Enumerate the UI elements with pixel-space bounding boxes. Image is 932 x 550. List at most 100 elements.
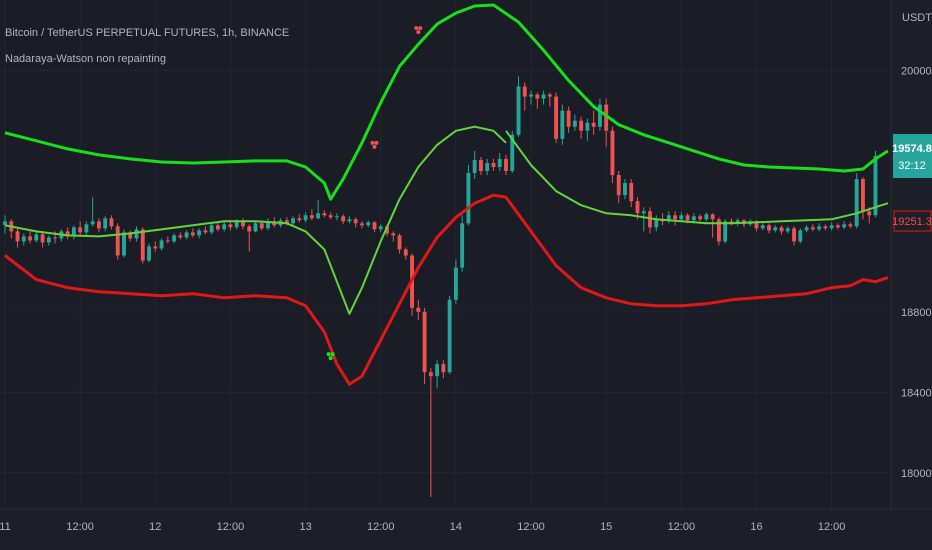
candle-body xyxy=(554,96,559,139)
candle-body xyxy=(197,230,202,236)
price-chart[interactable]: USDT 20000.0 18800.0 18400.0 18000.0 11 12:0… xyxy=(0,0,932,550)
candle-body xyxy=(96,221,101,229)
candle-body xyxy=(829,225,834,229)
time-tick-label: 16 xyxy=(750,521,762,533)
candle xyxy=(716,217,721,246)
candle-body xyxy=(422,311,427,373)
candle-body xyxy=(222,224,227,230)
candle-body xyxy=(491,162,496,167)
candle-body xyxy=(122,232,126,256)
candle-body xyxy=(428,372,433,377)
candle-body xyxy=(309,215,314,219)
price-tick-label: 18400.0 xyxy=(901,387,932,399)
marker-dot xyxy=(374,140,379,145)
candle-body xyxy=(378,226,383,230)
candle-body xyxy=(178,235,183,238)
candle xyxy=(447,295,452,375)
candle-body xyxy=(479,159,483,172)
candle-body xyxy=(504,158,508,172)
candle-body xyxy=(641,211,646,214)
candle-body xyxy=(316,213,321,219)
candle-countdown-label: 32:12 xyxy=(898,160,926,172)
candle-body xyxy=(334,216,339,218)
candle-body xyxy=(572,120,577,127)
band-price-label: 19251.3 xyxy=(892,216,932,228)
candle-body xyxy=(460,223,465,268)
candle-body xyxy=(40,234,45,243)
candle-body xyxy=(835,225,840,228)
indicator-title[interactable]: Nadaraya-Watson non repainting xyxy=(5,53,166,65)
candle-body xyxy=(115,226,120,256)
time-tick-label: 13 xyxy=(299,521,311,533)
candle-body xyxy=(610,130,615,176)
candle-body xyxy=(15,231,20,242)
time-tick-label: 12:00 xyxy=(217,521,245,533)
candle-body xyxy=(723,221,728,242)
candle-body xyxy=(798,230,803,242)
candle-body xyxy=(341,216,346,222)
candle-body xyxy=(773,227,778,231)
candle-body xyxy=(328,215,333,218)
price-tick-label: 18800.0 xyxy=(901,307,932,319)
candle xyxy=(610,126,615,184)
candle-body xyxy=(347,219,352,222)
time-tick-label: 12:00 xyxy=(367,521,395,533)
candle-body xyxy=(303,215,308,221)
candle-body xyxy=(767,225,771,231)
marker-dot xyxy=(330,352,335,357)
time-tick-label: 12:00 xyxy=(517,521,545,533)
time-tick-label: 12:00 xyxy=(668,521,696,533)
marker-dot xyxy=(372,144,377,149)
candle-body xyxy=(34,234,39,241)
candle-body xyxy=(854,179,859,227)
candle xyxy=(466,164,471,226)
candle-body xyxy=(147,246,151,261)
marker-dot xyxy=(328,356,333,361)
candle-body xyxy=(416,307,421,312)
candle-body xyxy=(209,225,214,233)
candle-body xyxy=(322,213,327,216)
price-axis-unit: USDT xyxy=(902,12,932,24)
candle-body xyxy=(635,201,640,214)
candle-body xyxy=(360,223,364,226)
candle-body xyxy=(253,223,258,232)
candle xyxy=(854,173,859,229)
candle-body xyxy=(215,225,220,230)
candle-body xyxy=(698,216,703,220)
candle-body xyxy=(497,158,502,167)
candle-body xyxy=(391,233,396,236)
candle-body xyxy=(810,227,815,230)
candle-body xyxy=(109,218,114,227)
candle-body xyxy=(541,94,546,99)
chart-symbol-title: Bitcoin / TetherUS PERPETUAL FUTURES, 1h… xyxy=(5,27,289,39)
candle-body xyxy=(441,364,446,373)
candle-body xyxy=(710,214,715,220)
candle-body xyxy=(397,235,402,250)
candle-body xyxy=(623,183,627,196)
candle-body xyxy=(685,215,690,221)
price-tick-label: 20000.0 xyxy=(901,65,932,77)
candle xyxy=(460,215,465,272)
time-tick-label: 14 xyxy=(450,521,462,533)
candle-body xyxy=(159,240,164,249)
candle-body xyxy=(691,216,696,221)
time-axis-panel[interactable] xyxy=(0,509,932,550)
marker-dot xyxy=(416,30,421,35)
candle-body xyxy=(297,218,302,221)
candle-body xyxy=(46,237,51,243)
candle-body xyxy=(629,183,634,202)
candle-body xyxy=(190,232,195,236)
candle-body xyxy=(140,229,145,261)
candle-body xyxy=(522,86,527,97)
candle-body xyxy=(785,228,790,232)
marker-dot xyxy=(326,352,331,357)
candle xyxy=(798,228,803,244)
candle-body xyxy=(134,229,139,239)
candle-body xyxy=(165,240,170,242)
candle-body xyxy=(823,226,828,229)
marker-dot xyxy=(418,26,423,31)
candle-body xyxy=(529,94,533,97)
candle-body xyxy=(516,86,521,135)
candle-body xyxy=(485,162,490,172)
chart-background xyxy=(0,0,932,550)
